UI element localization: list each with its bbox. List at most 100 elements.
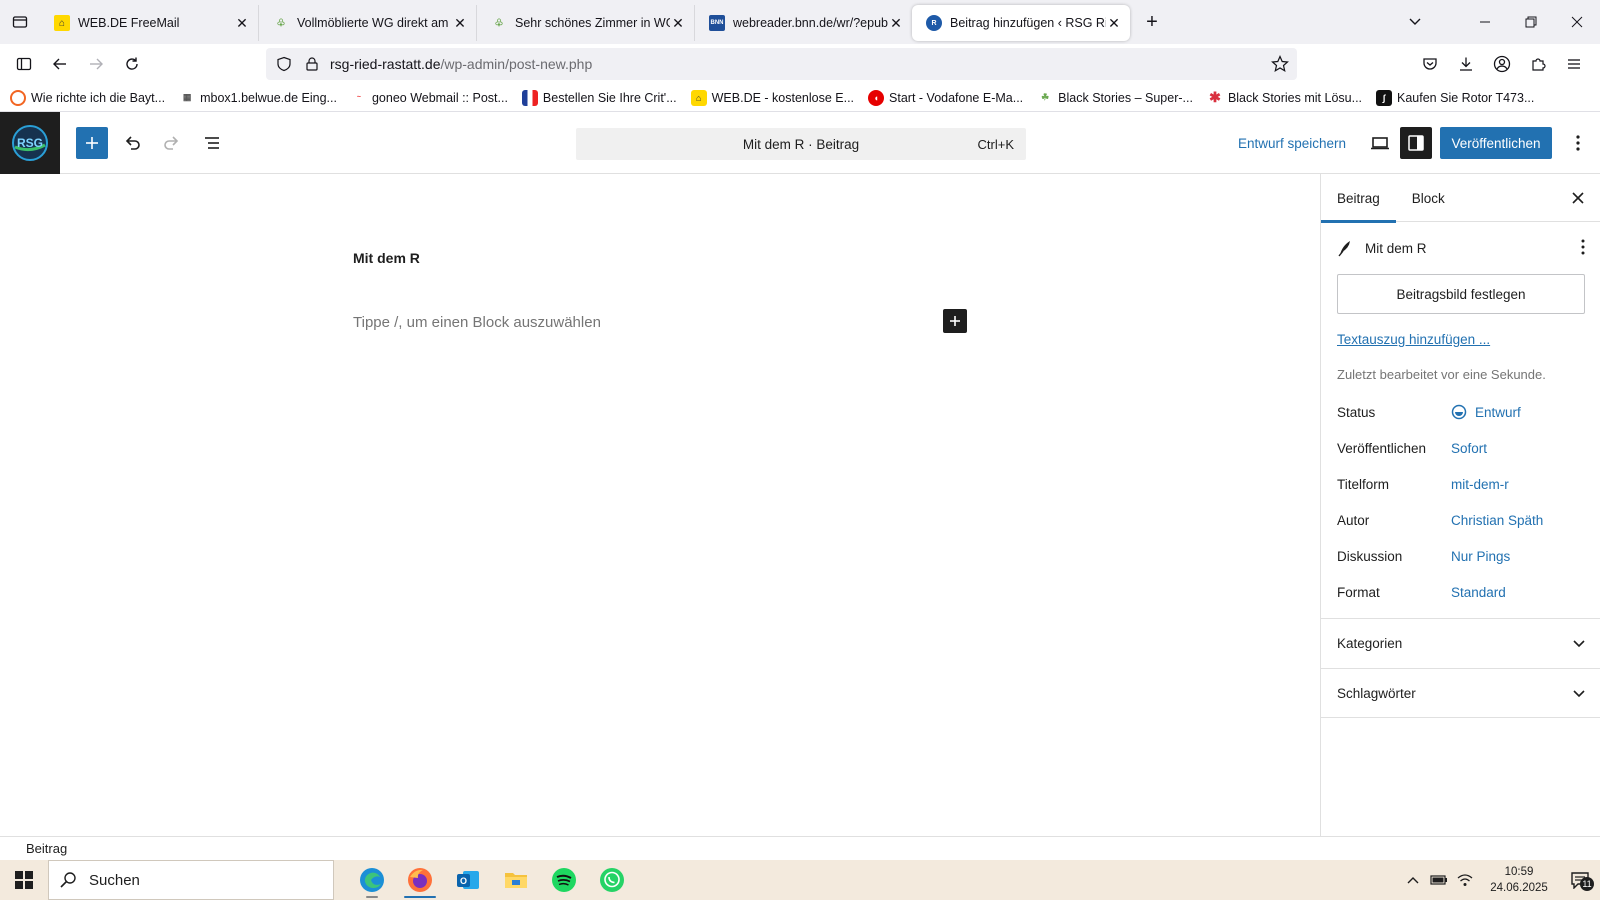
- bookmark-item[interactable]: Bestellen Sie Ihre Crit'...: [521, 89, 677, 106]
- forward-button[interactable]: [78, 46, 114, 82]
- rsg-logo-icon: RSG: [12, 125, 48, 161]
- spotify-icon: [552, 868, 576, 892]
- reload-button[interactable]: [114, 46, 150, 82]
- meta-value[interactable]: Christian Späth: [1451, 513, 1543, 528]
- bookmark-item[interactable]: ∫ Kaufen Sie Rotor T473...: [1376, 89, 1535, 106]
- panel-tags[interactable]: Schlagwörter: [1321, 668, 1600, 718]
- meta-value[interactable]: Nur Pings: [1451, 549, 1510, 564]
- tabs-overflow-button[interactable]: [1408, 14, 1422, 28]
- bookmark-favicon-icon: [10, 89, 26, 106]
- meta-label: Format: [1337, 584, 1380, 600]
- forward-arrow-icon: [90, 58, 103, 70]
- meta-label: Diskussion: [1337, 548, 1403, 564]
- taskbar-edge[interactable]: [348, 860, 396, 900]
- back-button[interactable]: [42, 46, 78, 82]
- browser-tab-wp-active[interactable]: R Beitrag hinzufügen ‹ RSG Ried R ✕: [912, 5, 1130, 41]
- tab-close-icon[interactable]: ✕: [888, 15, 904, 31]
- tab-list-button[interactable]: [0, 0, 40, 44]
- meta-value[interactable]: Sofort: [1451, 441, 1487, 456]
- browser-tab-webde[interactable]: ⌂ WEB.DE FreeMail ✕: [40, 5, 258, 41]
- taskbar-search[interactable]: Suchen: [48, 860, 334, 900]
- meta-value[interactable]: mit-dem-r: [1451, 477, 1509, 492]
- downloads-button[interactable]: [1448, 46, 1484, 82]
- meta-value[interactable]: Standard: [1451, 585, 1506, 600]
- preview-button[interactable]: [1364, 127, 1396, 159]
- tab-close-icon[interactable]: ✕: [1106, 15, 1122, 31]
- extensions-button[interactable]: [1520, 46, 1556, 82]
- bookmark-item[interactable]: ~ goneo Webmail :: Post...: [351, 90, 508, 106]
- site-logo[interactable]: RSG: [0, 112, 60, 174]
- undo-icon: [125, 136, 140, 150]
- url-bar[interactable]: rsg-ried-rastatt.de/wp-admin/post-new.ph…: [266, 48, 1297, 80]
- tray-overflow-button[interactable]: [1400, 874, 1426, 886]
- taskbar-spotify[interactable]: [540, 860, 588, 900]
- undo-button[interactable]: [116, 127, 148, 159]
- sidebar-icon: [16, 57, 32, 71]
- tab-close-icon[interactable]: ✕: [234, 15, 250, 31]
- tray-clock[interactable]: 10:59 24.06.2025: [1478, 864, 1560, 896]
- document-overview-button[interactable]: [196, 127, 228, 159]
- taskbar-whatsapp[interactable]: [588, 860, 636, 900]
- bookmark-item[interactable]: Wie richte ich die Bayt...: [10, 89, 165, 106]
- save-draft-button[interactable]: Entwurf speichern: [1238, 136, 1346, 151]
- sidebar-toggle-button[interactable]: [6, 46, 42, 82]
- browser-tab-bnn[interactable]: BNN webreader.bnn.de/wr/?epub=ht ✕: [694, 5, 912, 41]
- windows-logo-icon: [15, 871, 33, 889]
- redo-button[interactable]: [156, 127, 188, 159]
- plus-icon: +: [1146, 10, 1158, 33]
- minimize-button[interactable]: [1462, 0, 1508, 44]
- wifi-icon: [1457, 874, 1473, 886]
- bookmark-favicon-icon: ☘: [1041, 92, 1050, 102]
- bookmark-item[interactable]: ▦ mbox1.belwue.de Eing...: [179, 90, 337, 106]
- account-icon: [1493, 55, 1511, 73]
- publish-button[interactable]: Veröffentlichen: [1440, 127, 1552, 159]
- post-actions-button[interactable]: [1580, 238, 1586, 256]
- options-menu-button[interactable]: [1562, 127, 1594, 159]
- bookmark-item[interactable]: ☘ Black Stories – Super-...: [1037, 90, 1193, 106]
- plus-icon: [950, 316, 960, 326]
- tray-network[interactable]: [1452, 873, 1478, 887]
- folder-icon: [505, 873, 527, 888]
- meta-label: Titelform: [1337, 476, 1390, 492]
- tab-post[interactable]: Beitrag: [1321, 174, 1396, 223]
- chevron-down-icon: [1573, 640, 1585, 648]
- bookmark-item[interactable]: ◖ Start - Vodafone E-Ma...: [868, 89, 1023, 106]
- bookmark-label: Kaufen Sie Rotor T473...: [1397, 90, 1535, 105]
- restore-button[interactable]: [1508, 0, 1554, 44]
- block-inserter-button[interactable]: [76, 127, 108, 159]
- empty-block-placeholder[interactable]: Tippe /, um einen Block auszuwählen: [353, 314, 601, 331]
- chevron-down-icon: [1573, 690, 1585, 698]
- notification-center-button[interactable]: 11: [1560, 871, 1600, 891]
- set-featured-image-button[interactable]: Beitragsbild festlegen: [1337, 274, 1585, 314]
- tray-battery[interactable]: [1426, 874, 1452, 886]
- browser-tab-wg-2[interactable]: ♧ Sehr schönes Zimmer in WG in ✕: [476, 5, 694, 41]
- bookmark-label: WEB.DE - kostenlose E...: [711, 90, 855, 105]
- start-button[interactable]: [0, 860, 48, 900]
- close-window-button[interactable]: [1554, 0, 1600, 44]
- tab-close-icon[interactable]: ✕: [670, 15, 686, 31]
- post-title-field[interactable]: Mit dem R: [353, 250, 420, 266]
- taskbar-outlook[interactable]: O: [444, 860, 492, 900]
- bookmark-item[interactable]: ⌂ WEB.DE - kostenlose E...: [690, 89, 855, 106]
- account-button[interactable]: [1484, 46, 1520, 82]
- pocket-button[interactable]: [1412, 46, 1448, 82]
- panel-categories[interactable]: Kategorien: [1321, 618, 1600, 668]
- status-value[interactable]: Entwurf: [1451, 404, 1521, 420]
- new-tab-button[interactable]: +: [1134, 4, 1170, 40]
- settings-sidebar-toggle[interactable]: [1400, 127, 1432, 159]
- tab-close-icon[interactable]: ✕: [452, 15, 468, 31]
- whatsapp-icon: [600, 868, 624, 892]
- inline-block-inserter[interactable]: [943, 309, 967, 333]
- browser-tab-wg-1[interactable]: ♧ Vollmöblierte WG direkt am Eur ✕: [258, 5, 476, 41]
- feather-pen-icon: [1338, 241, 1350, 257]
- add-excerpt-link[interactable]: Textauszug hinzufügen ...: [1337, 332, 1584, 347]
- bookmark-item[interactable]: ✱ Black Stories mit Lösu...: [1207, 89, 1362, 106]
- tab-block[interactable]: Block: [1396, 174, 1461, 222]
- bookmark-favicon-icon: ~: [356, 94, 362, 101]
- breadcrumb-item[interactable]: Beitrag: [26, 841, 67, 856]
- menu-button[interactable]: [1556, 46, 1592, 82]
- close-sidebar-button[interactable]: [1568, 188, 1588, 208]
- command-palette-bar[interactable]: Mit dem R · Beitrag Ctrl+K: [576, 128, 1026, 160]
- taskbar-firefox[interactable]: [396, 860, 444, 900]
- taskbar-file-explorer[interactable]: [492, 860, 540, 900]
